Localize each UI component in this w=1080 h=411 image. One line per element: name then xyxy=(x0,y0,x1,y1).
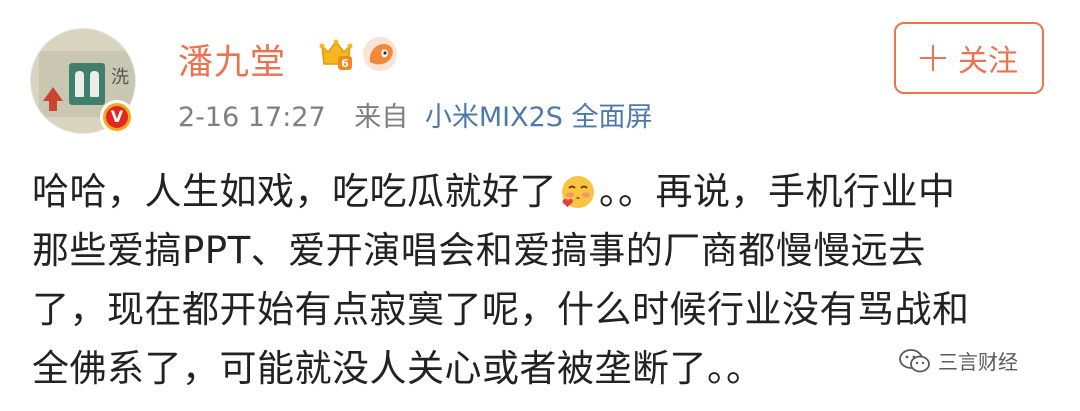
device-source-link[interactable]: 小米MIX2S 全面屏 xyxy=(425,102,653,133)
follow-button[interactable]: 关注 xyxy=(894,22,1044,94)
post-line-4: 全佛系了，可能就没人关心或者被垄断了。。 xyxy=(32,347,764,390)
post-line-2: 那些爱搞PPT、爱开演唱会和爱搞事的厂商都慢慢远去 xyxy=(32,229,926,272)
kiss-blush-emoji-icon xyxy=(562,176,594,208)
crown-icon[interactable]: 6 xyxy=(318,36,354,72)
wechat-icon xyxy=(899,348,930,372)
vip-level: 6 xyxy=(341,57,349,70)
post-line-1: 哈哈，人生如戏，吃吃瓜就好了 。。再说，手机行业中 xyxy=(32,170,956,213)
fox-icon[interactable] xyxy=(360,34,400,74)
user-name[interactable]: 潘九堂 xyxy=(178,34,286,85)
post-text: 哈哈，人生如戏，吃吃瓜就好了 。。再说，手机行业中 那些爱搞PPT、爱开演唱会和… xyxy=(32,162,1042,398)
verified-badge-icon: V xyxy=(100,100,134,134)
watermark: 三言财经 xyxy=(898,346,1018,375)
restroom-sign xyxy=(69,63,105,105)
from-label: 来自 xyxy=(354,102,409,133)
follow-label: 关注 xyxy=(958,44,1018,79)
avatar-sign-text: 洗 xyxy=(111,67,129,88)
weibo-post-card: 洗 V 潘九堂 6 2-16 17:27 来自 小米MIX2S 全面屏 关注 哈… xyxy=(0,0,1080,411)
watermark-text: 三言财经 xyxy=(938,350,1018,374)
post-meta: 2-16 17:27 来自 小米MIX2S 全面屏 xyxy=(178,95,653,134)
verified-mark: V xyxy=(106,106,128,128)
plus-icon xyxy=(920,45,946,71)
post-line-3: 了，现在都开始有点寂寞了呢，什么时候行业没有骂战和 xyxy=(32,288,970,331)
post-time: 2-16 17:27 xyxy=(178,102,326,133)
